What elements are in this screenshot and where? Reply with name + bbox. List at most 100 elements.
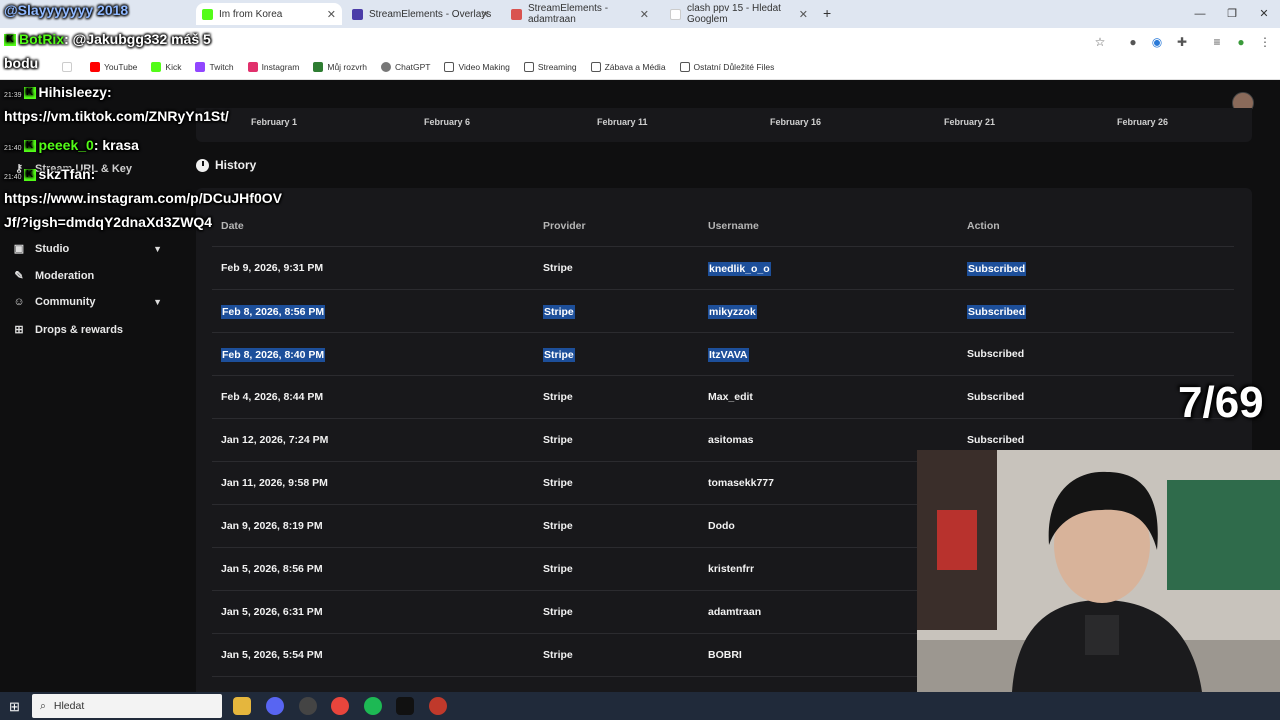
capcut-icon[interactable] — [396, 697, 414, 715]
cell-username[interactable]: adamtraan — [708, 606, 761, 618]
bookmark-folder-zabava[interactable]: Zábava a Média — [590, 61, 666, 72]
close-window-icon[interactable]: ✕ — [1248, 0, 1280, 28]
cell-date: Jan 11, 2026, 9:58 PM — [221, 477, 328, 489]
sidebar-item-stream-key[interactable]: ⚷ Stream URL & Key — [12, 162, 192, 176]
table-row[interactable]: Feb 4, 2026, 8:44 PM Stripe Max_edit Subscr… — [212, 376, 1234, 419]
key-icon: ⚷ — [14, 163, 24, 175]
column-header-date[interactable]: Date — [221, 220, 244, 232]
new-tab-button[interactable]: + — [823, 5, 831, 21]
close-tab-icon[interactable]: ✕ — [799, 8, 808, 21]
close-tab-icon[interactable]: ✕ — [481, 8, 490, 21]
extension-icon[interactable]: ◉ — [1150, 35, 1164, 49]
wrench-icon: ✎ — [14, 270, 24, 282]
cell-date: Feb 8, 2026, 8:40 PM — [221, 348, 326, 362]
chrome-icon[interactable] — [331, 697, 349, 715]
cell-username[interactable]: mikyzzok — [708, 305, 757, 319]
sidebar-item-drops[interactable]: ⊞ Drops & rewards — [12, 323, 192, 337]
search-icon: ⌕ — [40, 699, 46, 712]
minimize-icon[interactable]: — — [1184, 0, 1216, 28]
bookmark-chatgpt[interactable]: ChatGPT — [381, 61, 430, 72]
folder-icon — [679, 61, 690, 72]
cell-username[interactable]: Max_edit — [708, 391, 753, 403]
cell-username[interactable]: kristenfrr — [708, 563, 754, 575]
cell-provider: Stripe — [543, 477, 573, 489]
spotify-icon[interactable] — [364, 697, 382, 715]
discord-icon[interactable] — [266, 697, 284, 715]
address-bar-row: ☆ ● ◉ ✚ ≡ ● ⋮ — [0, 28, 1280, 54]
extension-icon[interactable]: ● — [1126, 35, 1140, 49]
restore-icon[interactable]: ❐ — [1216, 0, 1248, 28]
bookmark-kick[interactable]: Kick — [151, 61, 181, 72]
table-row[interactable]: Feb 8, 2026, 8:40 PM Stripe ItzVAVA Subscri… — [212, 333, 1234, 376]
sidebar-item-studio[interactable]: ▣ Studio ▼ — [12, 242, 192, 256]
profile-icon[interactable]: ● — [1234, 35, 1248, 49]
folder-icon — [523, 61, 534, 72]
cell-username[interactable]: ItzVAVA — [708, 348, 749, 362]
history-title: History — [215, 158, 257, 172]
bookmark-twitch[interactable]: Twitch — [195, 61, 234, 72]
cell-username[interactable]: BOBRI — [708, 649, 742, 661]
history-heading: History — [196, 158, 256, 172]
sidebar: ⚷ Stream URL & Key ▣ Studio ▼ ✎ Moderati… — [0, 80, 196, 692]
cell-date: Feb 8, 2026, 8:56 PM — [221, 305, 326, 319]
x-tick: February 6 — [424, 117, 471, 127]
tab-title: StreamElements - adamtraan — [528, 3, 609, 25]
more-menu-icon[interactable]: ⋮ — [1258, 35, 1272, 49]
column-header-provider[interactable]: Provider — [543, 220, 586, 232]
windows-start-icon[interactable]: ⊞ — [9, 699, 20, 715]
cell-username[interactable]: asitomas — [708, 434, 754, 446]
close-tab-icon[interactable]: ✕ — [327, 8, 336, 21]
folder-icon — [444, 61, 455, 72]
kick-icon — [151, 61, 162, 72]
chevron-down-icon: ▼ — [153, 297, 162, 307]
obs-icon[interactable] — [299, 697, 317, 715]
cell-username[interactable]: knedlik_o_o — [708, 262, 771, 276]
column-header-username[interactable]: Username — [708, 220, 759, 232]
file-explorer-icon[interactable] — [233, 697, 251, 715]
clock-icon — [196, 158, 209, 172]
youtube-icon — [90, 61, 100, 72]
sidebar-item-community[interactable]: ☺ Community ▼ — [12, 296, 192, 308]
cell-date: Feb 4, 2026, 8:44 PM — [221, 391, 324, 403]
x-tick: February 26 — [1117, 117, 1169, 127]
cell-provider: Stripe — [543, 391, 573, 403]
app-icon[interactable] — [429, 697, 447, 715]
tab-streamelements-adamtraan[interactable]: StreamElements - adamtraan ✕ — [505, 3, 655, 25]
close-tab-icon[interactable]: ✕ — [640, 8, 649, 21]
column-header-action[interactable]: Action — [967, 220, 1000, 232]
cell-username[interactable]: tomasekk777 — [708, 477, 774, 489]
puzzle-icon[interactable]: ✚ — [1175, 35, 1189, 49]
streamelements-favicon-icon — [352, 8, 363, 20]
sidebar-item-moderation[interactable]: ✎ Moderation — [12, 269, 192, 283]
bookmark-folder-ostatni[interactable]: Ostatní Důležité Files — [679, 61, 774, 72]
bookmark-instagram[interactable]: Instagram — [247, 61, 299, 72]
table-row[interactable]: Feb 8, 2026, 8:56 PM Stripe mikyzzok Subscr… — [212, 290, 1234, 333]
cell-provider: Stripe — [543, 649, 573, 661]
media-icon[interactable]: ≡ — [1210, 35, 1224, 49]
schedule-icon — [313, 61, 324, 72]
webcam-feed — [917, 450, 1280, 692]
tab-streamelements-overlays[interactable]: StreamElements - Overlays ✕ — [346, 3, 496, 25]
cell-date: Jan 5, 2026, 6:31 PM — [221, 606, 323, 618]
tab-google-search[interactable]: clash ppv 15 - Hledat Googlem ✕ — [664, 3, 814, 25]
bookmark-rozvrh[interactable]: Můj rozvrh — [313, 61, 367, 72]
bookmark-folder-streaming[interactable]: Streaming — [523, 61, 577, 72]
streamelements-favicon-icon — [511, 8, 522, 20]
cell-provider: Stripe — [543, 348, 575, 362]
bookmark-youtube[interactable]: YouTube — [90, 61, 137, 72]
cell-username[interactable]: Dodo — [708, 520, 735, 532]
instagram-icon — [247, 61, 258, 72]
bookmark-google[interactable] — [62, 61, 76, 72]
tab-active[interactable]: Im from Korea ✕ — [196, 3, 342, 25]
google-favicon-icon — [670, 8, 681, 20]
tab-title: Im from Korea — [219, 8, 283, 20]
tab-title: StreamElements - Overlays — [369, 8, 492, 20]
star-icon[interactable]: ☆ — [1093, 35, 1107, 49]
taskbar-search[interactable]: ⌕ Hledat — [32, 694, 222, 718]
kick-favicon-icon — [202, 8, 213, 20]
community-icon: ☺ — [13, 296, 25, 308]
gift-icon: ⊞ — [14, 324, 24, 336]
table-row[interactable]: Feb 9, 2026, 9:31 PM Stripe knedlik_o_o Sub… — [212, 247, 1234, 290]
bookmark-folder-video[interactable]: Video Making — [444, 61, 510, 72]
cell-action: Subscribed — [967, 434, 1025, 446]
